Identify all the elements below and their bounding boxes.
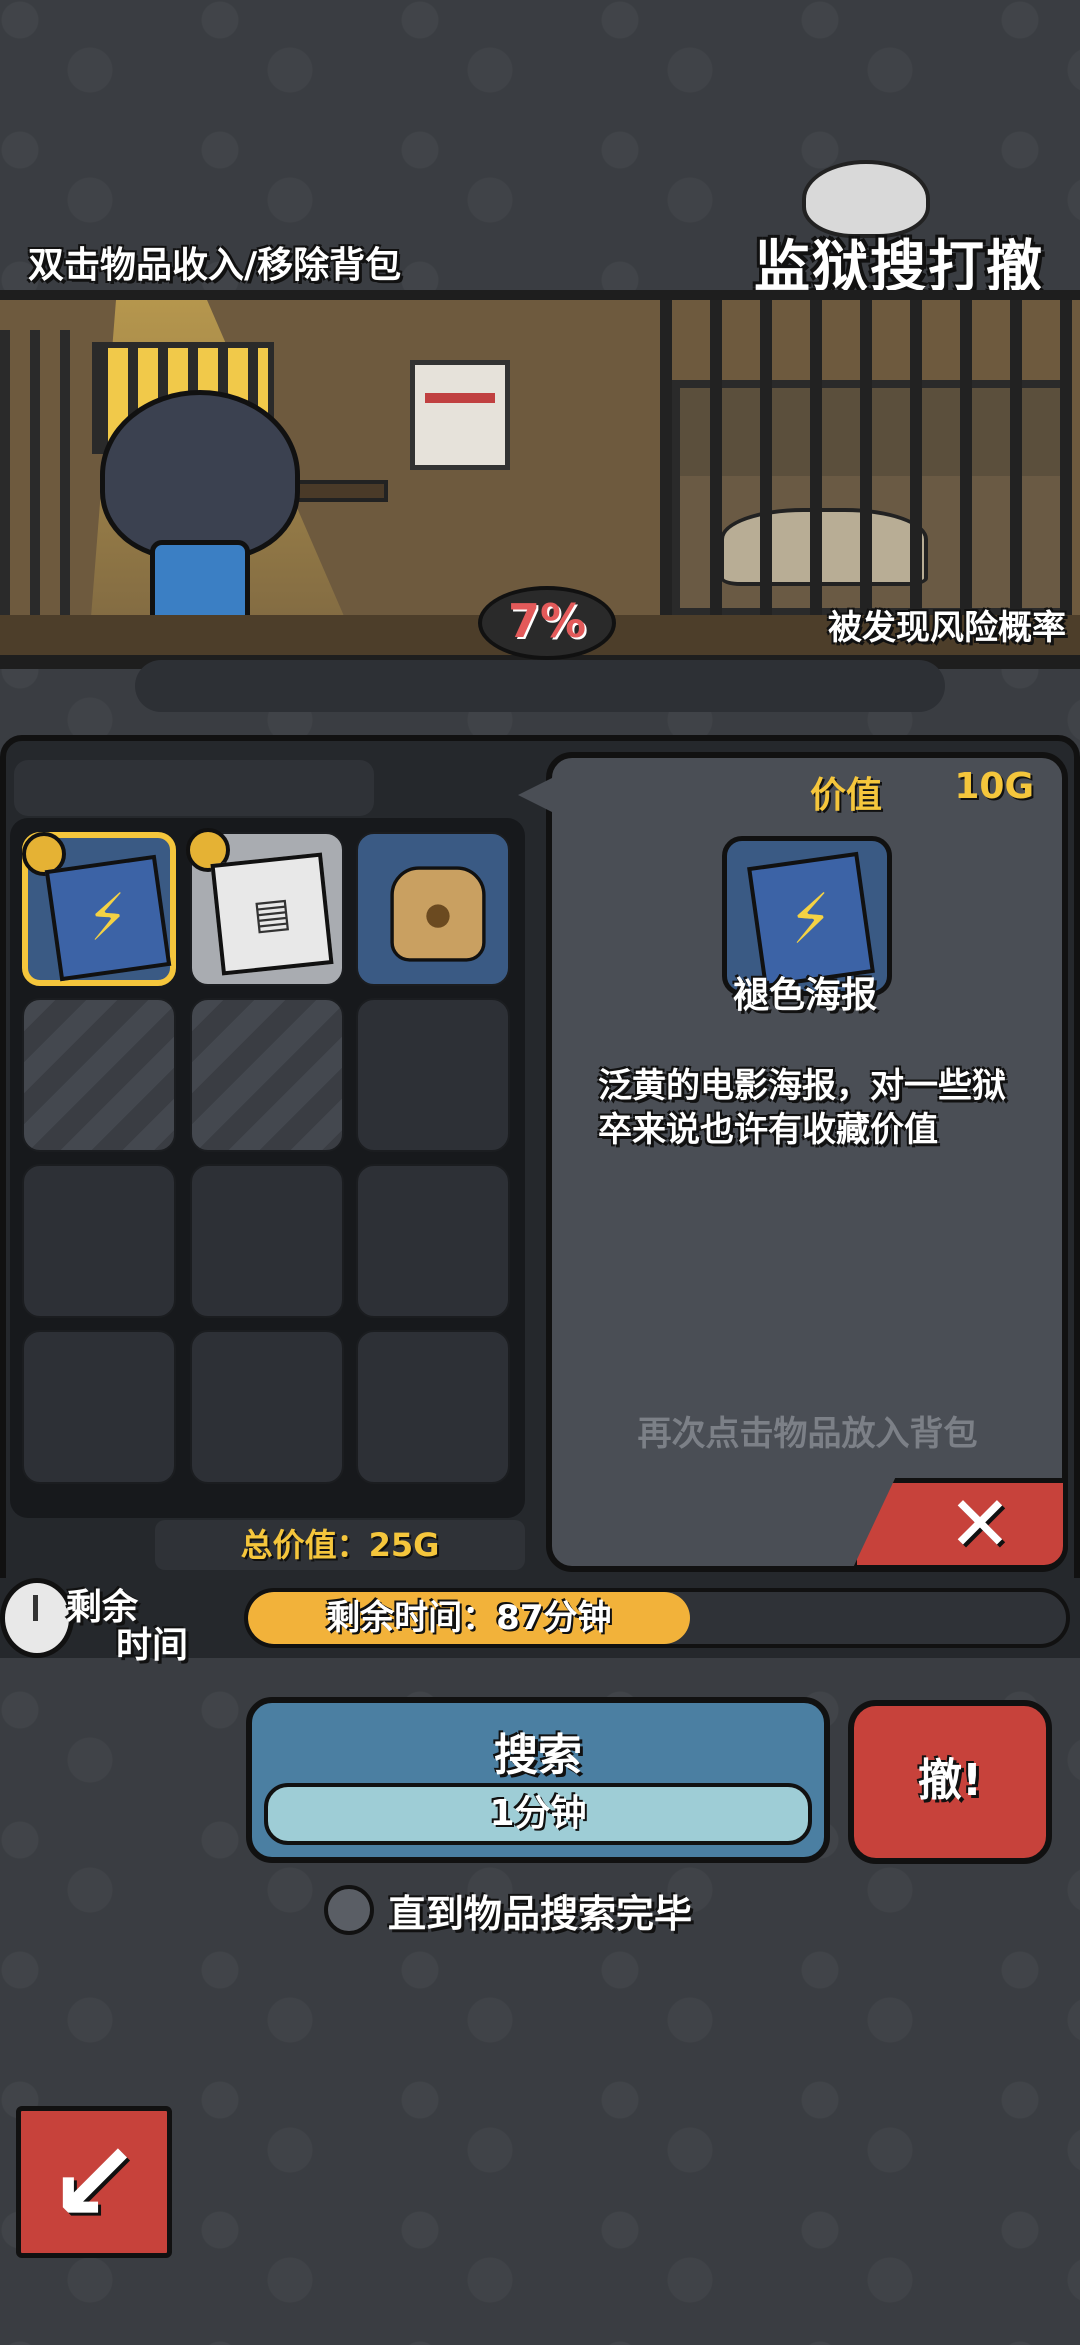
item-slot-unsearched[interactable]	[22, 998, 176, 1152]
item-slot-empty[interactable]	[356, 1164, 510, 1318]
poster-icon: ⚡	[44, 854, 172, 982]
container-tab	[14, 760, 374, 816]
player-character	[100, 390, 300, 630]
back-arrow-icon: ↙	[47, 2118, 141, 2246]
item-slot-empty[interactable]	[190, 1164, 344, 1318]
item-slot-empty[interactable]	[190, 1330, 344, 1484]
search-duration: 1分钟	[264, 1783, 812, 1845]
cell-bars-right	[660, 300, 1080, 630]
back-button[interactable]: ↙	[16, 2106, 172, 2258]
item-slot-empty[interactable]	[356, 998, 510, 1152]
auto-search-toggle[interactable]: 直到物品搜索完毕	[324, 1882, 692, 1938]
time-label-line2: 时间	[116, 1625, 189, 1666]
item-slot-bread[interactable]: ●	[356, 832, 510, 986]
cell-bars-left	[0, 330, 90, 620]
item-slot-empty[interactable]	[22, 1164, 176, 1318]
risk-meter-track	[135, 660, 945, 712]
item-slot-poster[interactable]: ⚡	[22, 832, 176, 986]
item-slot-empty[interactable]	[356, 1330, 510, 1484]
item-grid: ⚡ ▤ ●	[10, 818, 525, 1518]
auto-search-checkbox[interactable]	[324, 1885, 374, 1935]
value-amount: 10G	[954, 766, 1034, 807]
wall-calendar	[410, 360, 510, 470]
place-item-hint: 再次点击物品放入背包	[637, 1414, 978, 1454]
item-slot-magazine[interactable]: ▤	[186, 828, 344, 986]
search-button-label: 搜索	[494, 1730, 582, 1781]
escape-button[interactable]: 撤!	[848, 1700, 1052, 1864]
risk-label: 被发现风险概率	[828, 608, 1066, 648]
value-label: 价值	[810, 775, 883, 816]
risk-percent-badge: 7%	[478, 586, 616, 660]
time-remaining-bar: 剩余时间：87分钟	[244, 1588, 1070, 1648]
magazine-icon: ▤	[210, 852, 334, 976]
time-remaining-text: 剩余时间：87分钟	[326, 1598, 612, 1638]
search-button[interactable]: 搜索 1分钟	[246, 1697, 830, 1863]
auto-search-label: 直到物品搜索完毕	[388, 1891, 693, 1936]
close-icon: ✕	[948, 1479, 1012, 1568]
item-description: 泛黄的电影海报，对一些狱卒来说也许有收藏价值	[598, 1066, 1006, 1150]
inventory-hint: 双击物品收入/移除背包	[28, 245, 402, 286]
item-slot-unsearched[interactable]	[190, 998, 344, 1152]
item-slot-empty[interactable]	[22, 1330, 176, 1484]
stopwatch-icon	[0, 1578, 74, 1658]
bread-icon: ●	[390, 866, 486, 962]
total-value: 总价值：25G	[155, 1520, 525, 1570]
item-name: 褪色海报	[732, 975, 877, 1016]
